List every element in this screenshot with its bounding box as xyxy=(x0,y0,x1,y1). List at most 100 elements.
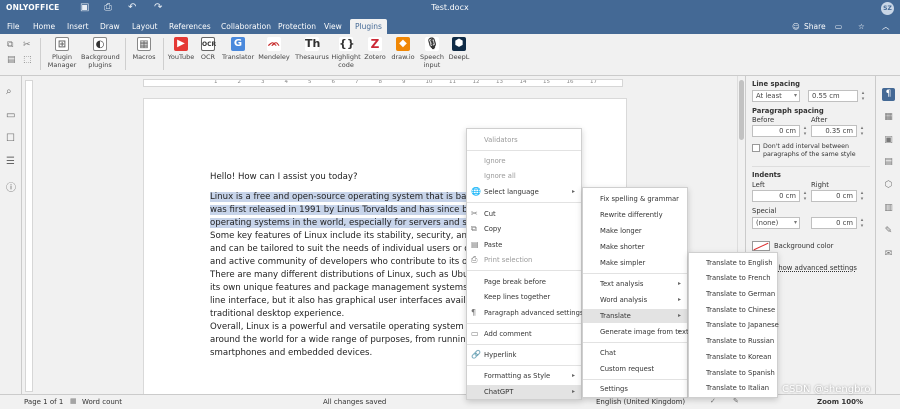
menu-item-chat[interactable]: Chat xyxy=(583,346,616,360)
collapse-icon[interactable]: ︿ xyxy=(882,19,890,34)
tab-plugins[interactable]: Plugins xyxy=(350,19,387,34)
menu-item-copy[interactable]: ⧉ Copy xyxy=(467,222,501,236)
user-avatar[interactable]: SZ xyxy=(881,2,894,15)
page-indicator[interactable]: Page 1 of 1 xyxy=(24,398,63,406)
redo-icon[interactable]: ↷ xyxy=(154,2,162,13)
translator-button[interactable]: G Translator xyxy=(222,37,254,61)
indent-right-field[interactable]: 0 cm xyxy=(811,190,857,202)
macros-button[interactable]: ▦ Macros xyxy=(130,37,158,61)
copy-icon[interactable]: ⧉ xyxy=(7,40,13,50)
menu-item-translate[interactable]: Translate ▸ xyxy=(583,309,687,323)
share-icon[interactable]: ☺ xyxy=(792,19,800,34)
spacing-before-spinner[interactable]: ▴ ▾ xyxy=(801,125,809,137)
open-location-icon[interactable]: ▭ xyxy=(835,19,842,34)
line-spacing-value-field[interactable]: 0.55 cm xyxy=(808,90,858,102)
language-selector[interactable]: English (United Kingdom) xyxy=(596,398,685,406)
menu-item-translate-french[interactable]: Translate to French xyxy=(689,271,771,285)
undo-icon[interactable]: ↶ xyxy=(128,2,136,13)
menu-item-make-longer[interactable]: Make longer xyxy=(583,224,642,238)
menu-item-ignore-all[interactable]: Ignore all xyxy=(467,169,516,183)
spacing-after-field[interactable]: 0.35 cm xyxy=(811,125,857,137)
menu-item-translate-korean[interactable]: Translate to Korean xyxy=(689,350,772,364)
indent-left-spinner[interactable]: ▴ ▾ xyxy=(801,190,809,202)
menu-item-print-selection[interactable]: ⎙ Print selection xyxy=(467,253,532,267)
menu-item-settings[interactable]: Settings xyxy=(583,382,628,396)
zoom-level[interactable]: Zoom 100% xyxy=(817,398,863,406)
scroll-thumb[interactable] xyxy=(739,80,744,140)
background-plugins-button[interactable]: ◐ Background plugins xyxy=(81,37,120,69)
plugin-manager-button[interactable]: ⊞ Plugin Manager xyxy=(47,37,77,69)
tab-draw[interactable]: Draw xyxy=(95,19,125,34)
menu-item-chatgpt[interactable]: ChatGPT ▸ xyxy=(467,385,581,399)
chart-settings-icon[interactable]: ▥ xyxy=(882,202,895,215)
deepl-button[interactable]: ⬢ DeepL xyxy=(447,37,471,61)
mendeley-button[interactable]: ᨏ Mendeley xyxy=(257,37,291,61)
menu-item-paste[interactable]: ▤ Paste xyxy=(467,238,502,252)
menu-item-ignore[interactable]: Ignore xyxy=(467,154,506,168)
menu-item-translate-chinese[interactable]: Translate to Chinese xyxy=(689,303,775,317)
save-icon[interactable]: ▣ xyxy=(80,2,89,13)
table-settings-icon[interactable]: ▦ xyxy=(882,111,895,124)
menu-item-select-language[interactable]: 🌐 Select language ▸ xyxy=(467,185,581,199)
track-changes-icon[interactable]: ✎ xyxy=(733,397,739,405)
highlight-code-button[interactable]: {} Highlight code xyxy=(331,37,361,69)
tab-layout[interactable]: Layout xyxy=(127,19,163,34)
menu-item-add-comment[interactable]: ▭ Add comment xyxy=(467,327,532,341)
menu-item-translate-spanish[interactable]: Translate to Spanish xyxy=(689,366,775,380)
shape-settings-icon[interactable]: ⬡ xyxy=(882,179,895,192)
cut-icon[interactable]: ✂ xyxy=(23,40,31,50)
word-count-button[interactable]: Word count xyxy=(82,398,122,406)
special-indent-spinner[interactable]: ▴ ▾ xyxy=(858,217,866,229)
special-indent-select[interactable]: (none) ▾ xyxy=(752,217,800,229)
menu-item-make-simpler[interactable]: Make simpler xyxy=(583,256,645,270)
tab-home[interactable]: Home xyxy=(28,19,60,34)
menu-item-cut[interactable]: ✂ Cut xyxy=(467,207,496,221)
search-icon[interactable]: ⌕ xyxy=(6,86,12,97)
tab-insert[interactable]: Insert xyxy=(62,19,94,34)
drawio-button[interactable]: ◆ draw.io xyxy=(389,37,417,61)
tab-references[interactable]: References xyxy=(164,19,216,34)
menu-item-rewrite[interactable]: Rewrite differently xyxy=(583,208,663,222)
menu-item-translate-russian[interactable]: Translate to Russian xyxy=(689,334,774,348)
chat-icon[interactable]: ☐ xyxy=(6,133,15,144)
thesaurus-button[interactable]: Th Thesaurus xyxy=(295,37,329,61)
youtube-button[interactable]: ▶ YouTube xyxy=(167,37,195,61)
spacing-after-spinner[interactable]: ▴ ▾ xyxy=(858,125,866,137)
tab-collaboration[interactable]: Collaboration xyxy=(216,19,276,34)
info-icon[interactable]: ⓘ xyxy=(6,179,16,194)
menu-item-hyperlink[interactable]: 🔗 Hyperlink xyxy=(467,348,516,362)
menu-item-word-analysis[interactable]: Word analysis ▸ xyxy=(583,293,687,307)
tab-view[interactable]: View xyxy=(319,19,347,34)
menu-item-custom-request[interactable]: Custom request xyxy=(583,362,654,376)
spacing-before-field[interactable]: 0 cm xyxy=(752,125,800,137)
show-advanced-settings-link[interactable]: Show advanced settings xyxy=(774,264,857,272)
comments-icon[interactable]: ▭ xyxy=(6,110,15,121)
navigation-icon[interactable]: ☰ xyxy=(6,156,15,167)
header-footer-icon[interactable]: ▤ xyxy=(882,156,895,169)
share-button[interactable]: Share xyxy=(804,19,826,34)
menu-item-validators[interactable]: Validators xyxy=(467,133,518,147)
zotero-button[interactable]: Z Zotero xyxy=(364,37,386,61)
line-spacing-spinner[interactable]: ▴ ▾ xyxy=(859,90,867,102)
menu-item-translate-german[interactable]: Translate to German xyxy=(689,287,775,301)
horizontal-ruler[interactable]: 1 2 3 4 5 6 7 8 9 10 11 12 13 14 15 16 17 xyxy=(143,79,623,87)
favorite-icon[interactable]: ☆ xyxy=(858,19,865,34)
menu-item-translate-italian[interactable]: Translate to Italian xyxy=(689,381,769,395)
ocr-button[interactable]: OCR OCR xyxy=(197,37,219,61)
menu-item-translate-english[interactable]: Translate to English xyxy=(689,256,773,270)
tab-protection[interactable]: Protection xyxy=(273,19,321,34)
tab-file[interactable]: File xyxy=(2,19,25,34)
select-all-icon[interactable]: ⬚ xyxy=(23,55,32,65)
menu-item-generate-image[interactable]: Generate image from text ▸ xyxy=(583,325,689,339)
indent-right-spinner[interactable]: ▴ ▾ xyxy=(858,190,866,202)
dont-add-interval-checkbox[interactable] xyxy=(752,144,760,152)
menu-item-make-shorter[interactable]: Make shorter xyxy=(583,240,645,254)
speech-input-button[interactable]: 🎙 Speech input xyxy=(418,37,446,69)
menu-item-keep-lines-together[interactable]: Keep lines together xyxy=(467,290,550,304)
mail-merge-icon[interactable]: ✉ xyxy=(882,248,895,261)
menu-item-paragraph-advanced-settings[interactable]: ¶ Paragraph advanced settings xyxy=(467,306,583,320)
menu-item-fix-spelling[interactable]: Fix spelling & grammar xyxy=(583,192,679,206)
image-settings-icon[interactable]: ▣ xyxy=(882,134,895,147)
signature-icon[interactable]: ✎ xyxy=(882,225,895,238)
print-icon[interactable]: ⎙ xyxy=(104,2,112,13)
